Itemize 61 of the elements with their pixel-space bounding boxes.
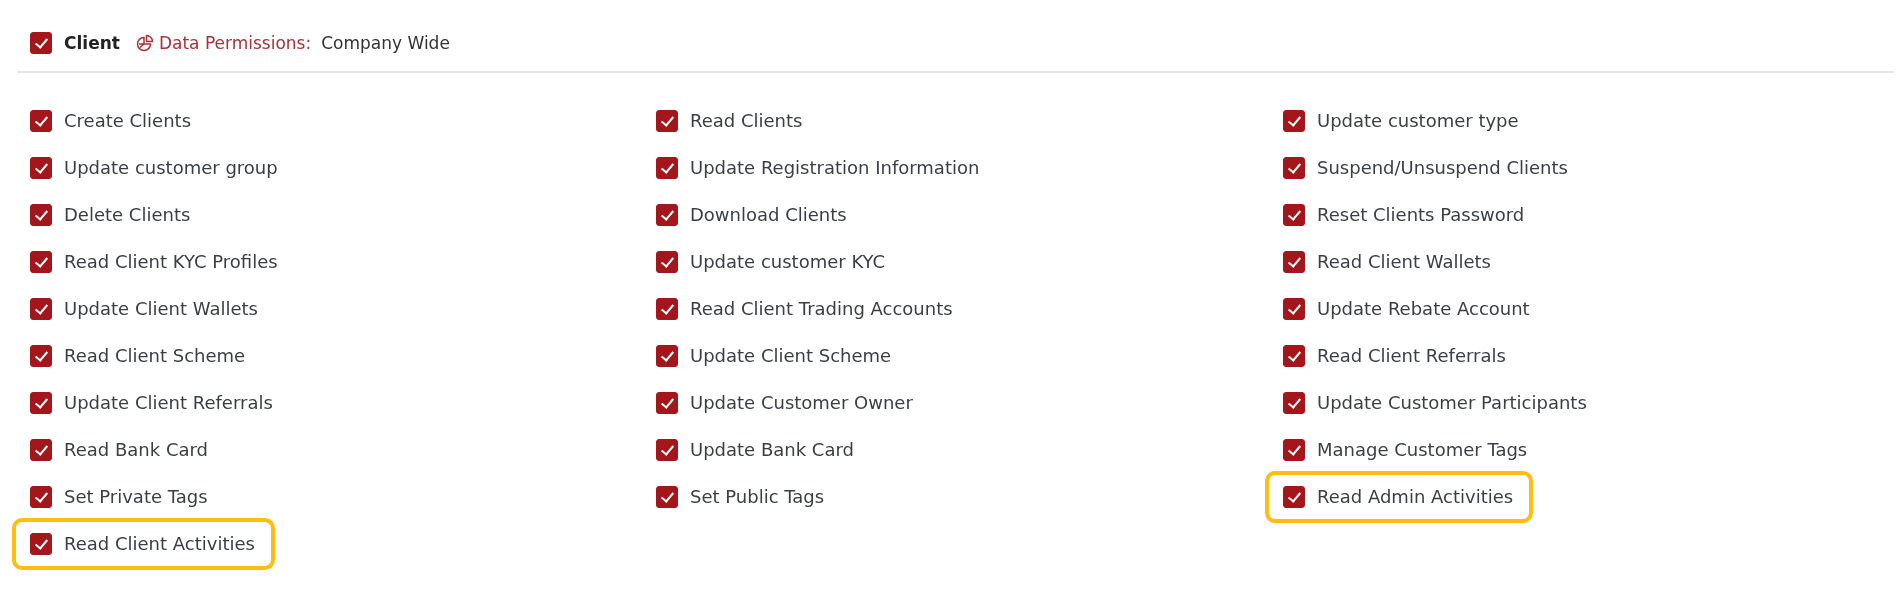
checkbox[interactable]	[656, 109, 678, 132]
checkbox-label: Update customer group	[64, 157, 278, 178]
checkbox-label: Update Client Wallets	[64, 298, 258, 319]
checkbox-label: Read Client Referrals	[1317, 345, 1506, 366]
checkbox[interactable]	[30, 438, 52, 461]
checkbox-label: Update Client Scheme	[690, 345, 892, 366]
checkbox-label: Read Client Wallets	[1317, 251, 1491, 272]
checkbox-label: Read Bank Card	[64, 439, 208, 460]
checkbox-label: Update customer type	[1317, 110, 1519, 131]
checkbox[interactable]	[656, 156, 678, 179]
permissions-value: Company Wide	[321, 33, 450, 53]
checkbox-label: Update Registration Information	[690, 157, 980, 178]
checkbox[interactable]	[1283, 438, 1305, 461]
checkbox[interactable]	[30, 203, 52, 226]
checkbox[interactable]	[656, 438, 678, 461]
checkbox[interactable]	[30, 391, 52, 414]
checkbox[interactable]	[656, 391, 678, 414]
checkbox[interactable]	[1283, 391, 1305, 414]
checkbox[interactable]	[1283, 297, 1305, 320]
checkbox-label: Set Public Tags	[690, 486, 825, 507]
checkbox[interactable]	[656, 250, 678, 273]
checkbox[interactable]	[30, 109, 52, 132]
checkbox[interactable]	[30, 297, 52, 320]
checkbox-label: Update Customer Participants	[1317, 392, 1587, 413]
checkbox-label: Read Client Scheme	[64, 345, 246, 366]
checkbox-label: Download Clients	[690, 204, 847, 225]
checkbox-label: Create Clients	[64, 110, 192, 131]
checkbox-label: Suspend/Unsuspend Clients	[1317, 157, 1568, 178]
checkbox[interactable]	[30, 532, 52, 555]
section-title: Client	[64, 33, 120, 53]
checkbox-label: Read Client Activities	[64, 533, 255, 554]
checkbox-label: Manage Customer Tags	[1317, 439, 1528, 460]
checkbox-label: Update Rebate Account	[1317, 298, 1530, 319]
checkbox[interactable]	[30, 156, 52, 179]
checkbox[interactable]	[656, 203, 678, 226]
checkbox[interactable]	[656, 344, 678, 367]
checkbox-label: Read Clients	[690, 110, 803, 131]
checkbox[interactable]	[1283, 109, 1305, 132]
checkbox[interactable]	[30, 250, 52, 273]
pie-chart-icon	[135, 34, 154, 52]
checkbox-label: Update Bank Card	[690, 439, 854, 460]
checkbox-label: Read Client KYC Profiles	[64, 251, 278, 272]
checkbox-label: Update Customer Owner	[690, 392, 913, 413]
checkbox[interactable]	[1283, 203, 1305, 226]
checkbox[interactable]	[656, 297, 678, 320]
checkbox-label: Read Admin Activities	[1317, 486, 1514, 507]
checkbox-label: Read Client Trading Accounts	[690, 298, 953, 319]
checkbox-label: Set Private Tags	[64, 486, 208, 507]
checkbox[interactable]	[1283, 250, 1305, 273]
checkbox-label: Delete Clients	[64, 204, 191, 225]
checkbox[interactable]	[1283, 344, 1305, 367]
checkbox-label: Reset Clients Password	[1317, 204, 1525, 225]
checkbox-label: Update Client Referrals	[64, 392, 273, 413]
checkbox[interactable]	[656, 485, 678, 508]
checkbox[interactable]	[1283, 156, 1305, 179]
permissions-label: Data Permissions:	[158, 33, 312, 53]
checkbox-label: Update customer KYC	[690, 251, 886, 272]
checkbox[interactable]	[30, 344, 52, 367]
checkbox[interactable]	[30, 485, 52, 508]
checkbox[interactable]	[30, 32, 52, 54]
checkbox[interactable]	[1283, 485, 1305, 508]
